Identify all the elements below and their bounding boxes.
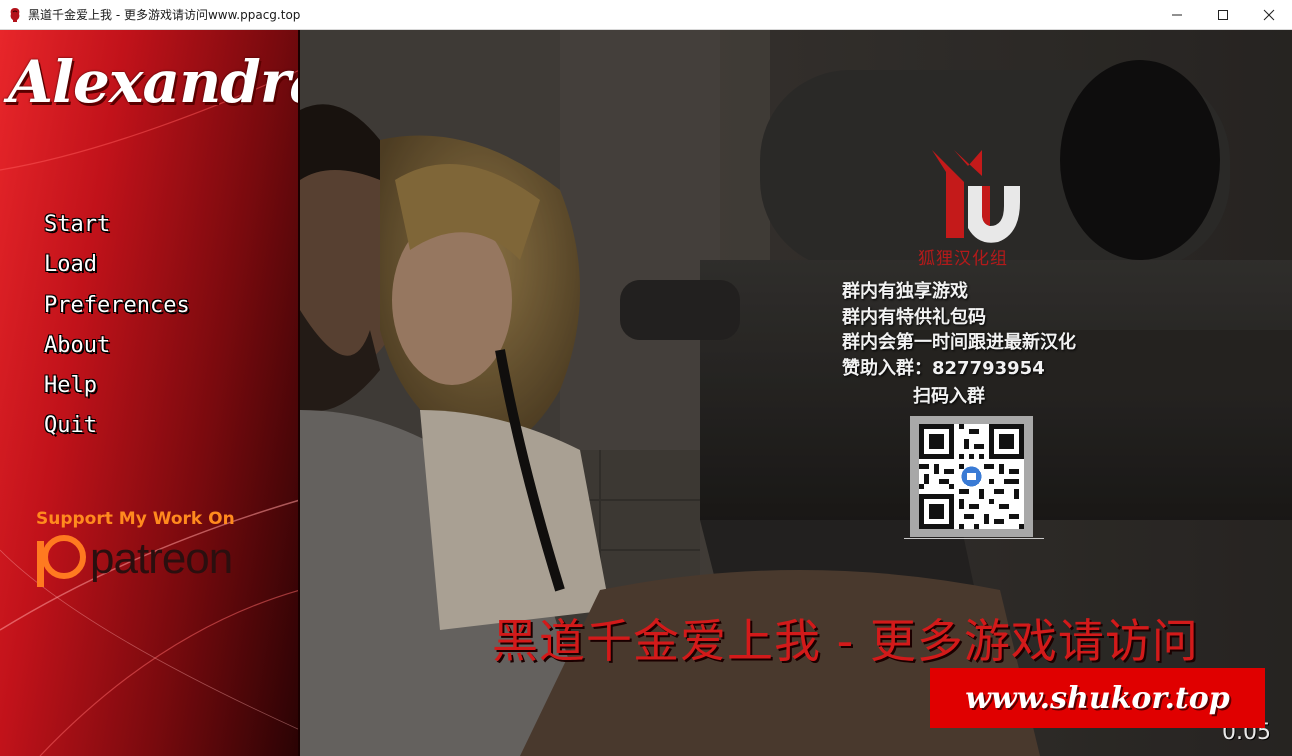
promo-line: 群内有特供礼包码: [842, 306, 986, 328]
game-canvas[interactable]: Alexandra Start Load Preferences About H…: [0, 30, 1292, 756]
minimize-button[interactable]: [1154, 0, 1200, 30]
qr-code: [910, 416, 1033, 537]
qr-code-icon: [919, 424, 1024, 529]
menu-start-button[interactable]: Start: [44, 209, 190, 249]
menu-help-button[interactable]: Help: [44, 370, 190, 410]
app-icon: [10, 7, 20, 22]
promo-url: www.shukor.top: [965, 680, 1230, 716]
close-button[interactable]: [1246, 0, 1292, 30]
promo-banner: 黑道千金爱上我 - 更多游戏请访问: [492, 614, 1199, 668]
close-icon: [1263, 9, 1275, 21]
scan-to-join-label: 扫码入群: [913, 386, 985, 407]
patreon-wordmark: patreon: [90, 534, 233, 583]
patreon-icon: [37, 535, 86, 587]
promo-url-badge[interactable]: www.shukor.top: [930, 668, 1265, 728]
promo-line: 群内有独享游戏: [842, 281, 968, 302]
promo-line: 群内会第一时间跟进最新汉化: [842, 332, 1076, 353]
maximize-button[interactable]: [1200, 0, 1246, 30]
window-title-bar[interactable]: 黑道千金爱上我 - 更多游戏请访问www.ppacg.top: [0, 0, 1292, 30]
menu-load-button[interactable]: Load: [44, 249, 190, 289]
promo-block: 群内有独享游戏 群内有特供礼包码 群内会第一时间跟进最新汉化 赞助入群：8277…: [842, 279, 1076, 381]
patreon-link[interactable]: patreon: [34, 533, 254, 589]
maximize-icon: [1218, 10, 1228, 20]
game-logo: Alexandra: [8, 48, 300, 116]
support-label: Support My Work On: [36, 509, 235, 529]
promo-line: 赞助入群：827793954: [842, 357, 1045, 379]
translation-group-name: 狐狸汉化组: [918, 249, 1008, 269]
minimize-icon: [1172, 14, 1182, 16]
main-menu-panel: Alexandra Start Load Preferences About H…: [0, 30, 300, 756]
main-menu: Start Load Preferences About Help Quit: [44, 209, 190, 451]
menu-about-button[interactable]: About: [44, 330, 190, 370]
qr-divider: [904, 538, 1044, 539]
menu-quit-button[interactable]: Quit: [44, 410, 190, 450]
menu-preferences-button[interactable]: Preferences: [44, 290, 190, 330]
window-title: 黑道千金爱上我 - 更多游戏请访问www.ppacg.top: [28, 8, 301, 22]
